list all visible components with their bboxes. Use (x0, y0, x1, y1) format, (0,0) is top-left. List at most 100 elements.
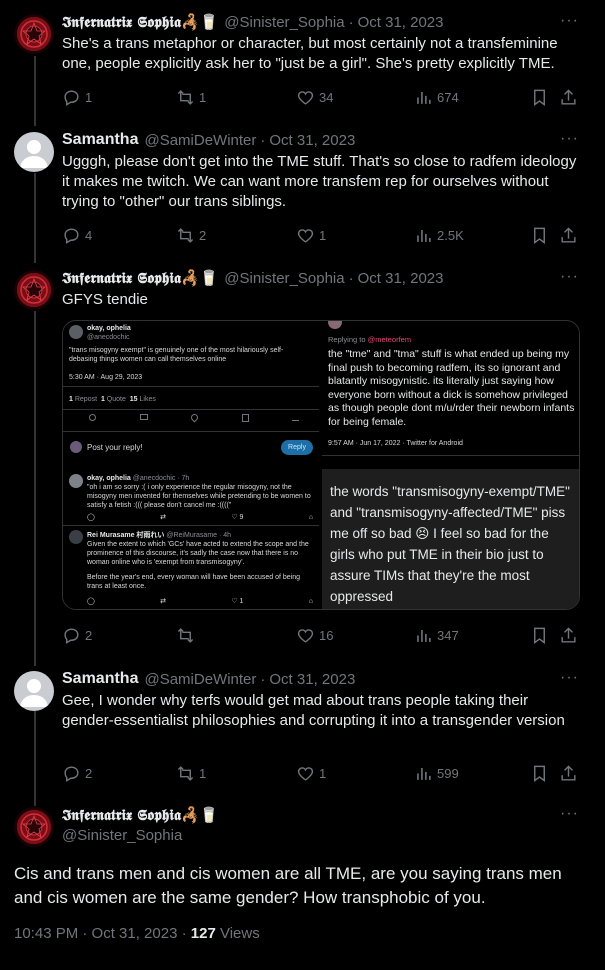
tweet[interactable]: 𝕴𝖓𝖋𝖊𝖗𝖓𝖆𝖙𝖗𝖎𝖝 𝕾𝖔𝖕𝖍𝖎𝖆🦂🥛 @Sinister_Sophia · … (0, 12, 605, 120)
divider (63, 409, 319, 410)
separator-dot: · (260, 131, 266, 149)
tweet-text: Cis and trans men and cis women are all … (14, 864, 562, 907)
reply-button[interactable]: 1 (62, 88, 92, 107)
media-gutter (63, 466, 579, 469)
share-button[interactable] (559, 226, 578, 245)
main-tweet[interactable]: 𝕴𝖓𝖋𝖊𝖗𝖓𝖆𝖙𝖗𝖎𝖝 𝕾𝖔𝖕𝖍𝖎𝖆🦂🥛 @Sinister_Sophia ··… (0, 805, 605, 970)
media-image-top-left[interactable]: okay, ophelia @anecdochic "trans misogyn… (63, 321, 319, 466)
tweet-header: Samantha @SamiDeWinter · Oct 31, 2023 (62, 130, 355, 150)
more-options-button[interactable]: ··· (560, 805, 579, 823)
quoted-time: 5:30 AM · Aug 29, 2023 (69, 374, 143, 381)
user-handle[interactable]: @Sinister_Sophia (224, 14, 344, 31)
view-count: 347 (437, 628, 459, 643)
reply-name: okay, ophelia (87, 475, 131, 482)
display-name[interactable]: Samantha (62, 670, 138, 688)
like-button[interactable]: 1 (296, 764, 326, 783)
repost-button[interactable]: 1 (176, 764, 206, 783)
bookmark-button[interactable] (530, 626, 549, 645)
reply-button[interactable]: 2 (62, 626, 92, 645)
avatar[interactable] (14, 14, 54, 54)
media-grid[interactable]: okay, ophelia @anecdochic "trans misogyn… (62, 320, 580, 610)
user-handle[interactable]: @Sinister_Sophia (62, 827, 182, 844)
share-icon (561, 627, 576, 643)
views-button[interactable]: 347 (414, 626, 459, 645)
more-options-button[interactable]: ··· (560, 130, 579, 148)
display-name[interactable]: Samantha (62, 131, 138, 149)
like-button[interactable]: 34 (296, 88, 333, 107)
reply-button: Reply (281, 440, 313, 455)
reply-like-count: 9 (239, 514, 244, 521)
repost-button[interactable]: 2 (176, 226, 206, 245)
user-handle[interactable]: @Sinister_Sophia (224, 270, 344, 287)
views-button[interactable]: 2.5K (414, 226, 464, 245)
more-options-button[interactable]: ··· (560, 669, 579, 687)
views-label: Views (219, 925, 260, 942)
tweet[interactable]: Samantha @SamiDeWinter · Oct 31, 2023 ··… (0, 130, 605, 258)
reply-icon (64, 766, 79, 782)
tweet-meta: 10:43 PM · Oct 31, 2023 · 127 Views (14, 925, 260, 942)
display-name[interactable]: 𝕴𝖓𝖋𝖊𝖗𝖓𝖆𝖙𝖗𝖎𝖝 𝕾𝖔𝖕𝖍𝖎𝖆🦂🥛 (62, 806, 218, 824)
bookmark-button[interactable] (530, 88, 549, 107)
like-button[interactable]: 1 (296, 226, 326, 245)
display-name[interactable]: 𝕴𝖓𝖋𝖊𝖗𝖓𝖆𝖙𝖗𝖎𝖝 𝕾𝖔𝖕𝖍𝖎𝖆🦂🥛 (62, 13, 218, 31)
tweet-date[interactable]: Oct 31, 2023 (358, 270, 444, 287)
more-options-button[interactable]: ··· (560, 268, 579, 286)
user-handle[interactable]: @SamiDeWinter (144, 132, 256, 149)
reply-icon (64, 228, 79, 244)
tweet-date[interactable]: Oct 31, 2023 (358, 14, 444, 31)
media-image-bottom-left[interactable]: okay, ophelia @anecdochic · 7h "oh i am … (63, 469, 319, 609)
avatar (70, 441, 82, 453)
bookmark-icon (534, 89, 545, 107)
tweet-text: Gee, I wonder why terfs would get mad ab… (62, 692, 565, 729)
share-button[interactable] (559, 88, 578, 107)
quoted-name: okay, ophelia (87, 325, 131, 332)
engagement-stats: 1 Repost 1 Quote 15 Likes (69, 395, 156, 404)
media-image-top-right[interactable]: Replying to @meteorfem the "tme" and "tm… (322, 321, 579, 466)
reply-actions: ◯ ⇄ ♡ 1 ⌂ (87, 598, 313, 605)
avatar[interactable] (14, 671, 54, 711)
quoted-text: the words "transmisogyny-exempt/TME" and… (330, 484, 570, 604)
tweet[interactable]: 𝕴𝖓𝖋𝖊𝖗𝖓𝖆𝖙𝖗𝖎𝖝 𝕾𝖔𝖕𝖍𝖎𝖆🦂🥛 @Sinister_Sophia · … (0, 268, 605, 650)
reply-text: Before the year's end, every woman will … (87, 574, 301, 590)
divider (322, 455, 579, 456)
repost-icon (177, 90, 194, 105)
avatar[interactable] (14, 807, 54, 847)
reply-like-count: 1 (239, 598, 244, 605)
like-label: Likes (139, 396, 156, 403)
bookmark-button[interactable] (530, 226, 549, 245)
tweet-timestamp[interactable]: 10:43 PM · Oct 31, 2023 · (14, 925, 187, 942)
reply-icon (64, 628, 79, 644)
more-options-button[interactable]: ··· (560, 12, 579, 30)
reply-count: 2 (85, 766, 93, 781)
tweet-date[interactable]: Oct 31, 2023 (269, 132, 355, 149)
avatar (69, 530, 83, 544)
tweet-actions: 2 1 1 599 (62, 764, 592, 784)
media-image-bottom-right[interactable]: the words "transmisogyny-exempt/TME" and… (322, 469, 579, 609)
like-count: 15 (129, 396, 138, 403)
quoted-text: "trans misogyny exempt" is genuinely one… (69, 347, 284, 363)
tweet-actions: 2 16 347 (62, 626, 592, 646)
display-name[interactable]: 𝕴𝖓𝖋𝖊𝖗𝖓𝖆𝖙𝖗𝖎𝖝 𝕾𝖔𝖕𝖍𝖎𝖆🦂🥛 (62, 269, 218, 287)
like-count: 1 (319, 766, 327, 781)
reply-button[interactable]: 2 (62, 764, 92, 783)
reply-button[interactable]: 4 (62, 226, 92, 245)
share-icon (561, 765, 576, 781)
heart-icon (297, 229, 314, 243)
like-button[interactable]: 16 (296, 626, 333, 645)
tweet-date[interactable]: Oct 31, 2023 (269, 671, 355, 688)
avatar[interactable] (14, 132, 54, 172)
share-button[interactable] (559, 764, 578, 783)
views-button[interactable]: 674 (414, 88, 459, 107)
tweet[interactable]: Samantha @SamiDeWinter · Oct 31, 2023 ··… (0, 669, 605, 789)
tweet-text: Ugggh, please don't get into the TME stu… (62, 153, 577, 210)
user-handle[interactable]: @SamiDeWinter (144, 671, 256, 688)
repost-button[interactable] (176, 626, 199, 645)
tweet-text: She's a trans metaphor or character, but… (62, 35, 558, 72)
heart-icon (297, 91, 314, 105)
views-button[interactable]: 599 (414, 764, 459, 783)
repost-button[interactable]: 1 (176, 88, 206, 107)
share-button[interactable] (559, 626, 578, 645)
repost-icon (177, 228, 194, 243)
bookmark-button[interactable] (530, 764, 549, 783)
avatar[interactable] (14, 270, 54, 310)
